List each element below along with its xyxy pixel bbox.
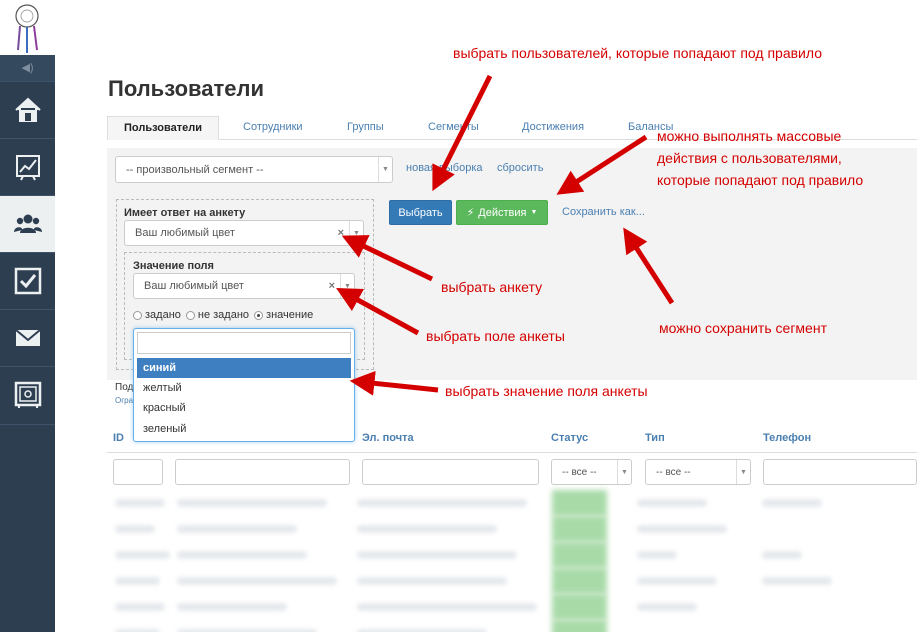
- chevron-down-icon: ▼: [617, 460, 631, 484]
- sidebar-item-tasks[interactable]: [0, 252, 55, 309]
- sidebar-item-home[interactable]: [0, 81, 55, 138]
- field-select-value: Ваш любимый цвет: [144, 280, 244, 292]
- segment-select-value: -- произвольный сегмент --: [126, 163, 264, 176]
- volume-icon[interactable]: ◀): [0, 55, 55, 81]
- email-filter-input[interactable]: [362, 459, 539, 485]
- tab-segments[interactable]: Сегменты: [412, 116, 495, 140]
- column-header-phone[interactable]: Телефон: [763, 432, 811, 444]
- sidebar-item-mail[interactable]: [0, 309, 55, 366]
- field-select[interactable]: Ваш любимый цвет × ▼: [133, 273, 355, 299]
- name-filter-input[interactable]: [175, 459, 350, 485]
- annotation-select-value: выбрать значение поля анкеты: [445, 383, 648, 399]
- status-filter-value: -- все --: [562, 466, 597, 478]
- radio-not-set[interactable]: [185, 310, 195, 320]
- actions-button[interactable]: ⚡ Действия ▼: [456, 200, 548, 225]
- arrow-to-value-option: [349, 370, 439, 396]
- table-row[interactable]: [107, 542, 917, 568]
- chart-icon: [15, 155, 40, 181]
- chevron-down-icon: ▼: [736, 460, 750, 484]
- clear-icon[interactable]: ×: [329, 280, 335, 292]
- table-row[interactable]: [107, 516, 917, 542]
- annotation-mass-actions-1: можно выполнять массовые: [657, 128, 842, 144]
- segment-select[interactable]: -- произвольный сегмент -- ▼: [115, 156, 393, 183]
- select-button[interactable]: Выбрать: [389, 200, 452, 225]
- radio-not-set-label: не задано: [197, 309, 250, 321]
- column-header-id[interactable]: ID: [113, 432, 124, 444]
- radio-value[interactable]: [254, 310, 264, 320]
- column-header-status[interactable]: Статус: [551, 432, 588, 444]
- table-row[interactable]: [107, 594, 917, 620]
- page-title: Пользователи: [108, 76, 265, 101]
- sidebar: ◀): [0, 0, 55, 632]
- chevron-down-icon: ▼: [349, 221, 363, 245]
- type-filter-select[interactable]: -- все -- ▼: [645, 459, 751, 485]
- field-value-label: Значение поля: [133, 260, 214, 272]
- save-as-link[interactable]: Сохранить как...: [562, 206, 645, 218]
- survey-label: Имеет ответ на анкету: [124, 207, 246, 219]
- status-filter-select[interactable]: -- все -- ▼: [551, 459, 632, 485]
- radio-set[interactable]: [133, 310, 142, 320]
- selection-limit-link[interactable]: Огра: [115, 396, 133, 405]
- table-row[interactable]: [107, 490, 917, 516]
- survey-select[interactable]: Ваш любимый цвет × ▼: [124, 220, 364, 246]
- tab-groups[interactable]: Группы: [331, 116, 400, 140]
- survey-select-value: Ваш любимый цвет: [135, 227, 235, 239]
- reset-link[interactable]: сбросить: [497, 162, 543, 174]
- table-divider: [107, 452, 917, 453]
- dreamcatcher-logo[interactable]: [0, 0, 55, 55]
- column-header-email[interactable]: Эл. почта: [362, 432, 414, 444]
- checkbox-icon: [14, 267, 41, 295]
- sidebar-item-users[interactable]: [0, 195, 55, 252]
- home-icon: [14, 97, 41, 122]
- dropdown-option[interactable]: зеленый: [137, 419, 351, 439]
- bolt-icon: ⚡: [466, 207, 475, 219]
- radio-set-label: задано: [145, 309, 181, 321]
- value-dropdown[interactable]: синий желтый красный зеленый: [133, 328, 355, 442]
- sidebar-item-analytics[interactable]: [0, 138, 55, 195]
- dropdown-search-input[interactable]: [137, 332, 351, 354]
- sidebar-item-safe[interactable]: [0, 366, 55, 423]
- actions-button-label: Действия: [478, 206, 527, 219]
- chevron-down-icon: ▼: [378, 157, 392, 182]
- annotation-mass-actions-3: которые попадают под правило: [657, 172, 864, 188]
- id-filter-input[interactable]: [113, 459, 163, 485]
- selection-summary: Под: [115, 382, 134, 393]
- dropdown-option[interactable]: красный: [137, 398, 351, 418]
- dropdown-option[interactable]: синий: [137, 358, 351, 378]
- safe-icon: [14, 381, 41, 408]
- chevron-down-icon: ▼: [340, 274, 354, 298]
- clear-icon[interactable]: ×: [338, 227, 344, 239]
- radio-value-label: значение: [266, 309, 314, 321]
- annotation-select-survey: выбрать анкету: [441, 279, 543, 295]
- dropdown-option[interactable]: желтый: [137, 378, 351, 398]
- users-icon: [13, 214, 42, 233]
- new-selection-link[interactable]: новая выборка: [406, 162, 483, 174]
- mail-icon: [14, 329, 41, 346]
- column-header-type[interactable]: Тип: [645, 432, 665, 444]
- annotation-select-field: выбрать поле анкеты: [426, 328, 565, 344]
- table-row[interactable]: [107, 620, 917, 632]
- table-row[interactable]: [107, 568, 917, 594]
- tab-users[interactable]: Пользователи: [107, 116, 220, 140]
- tab-achievements[interactable]: Достижения: [506, 116, 600, 140]
- phone-filter-input[interactable]: [763, 459, 917, 485]
- type-filter-value: -- все --: [656, 466, 691, 478]
- annotation-mass-actions-2: действия с пользователями,: [657, 150, 842, 166]
- annotation-select-users: выбрать пользователей, которые попадают …: [453, 45, 822, 61]
- tab-employees[interactable]: Сотрудники: [227, 116, 319, 140]
- value-mode-radios: задано не задано значение: [133, 309, 318, 321]
- caret-down-icon: ▼: [530, 209, 538, 216]
- annotation-save-segment: можно сохранить сегмент: [659, 320, 827, 336]
